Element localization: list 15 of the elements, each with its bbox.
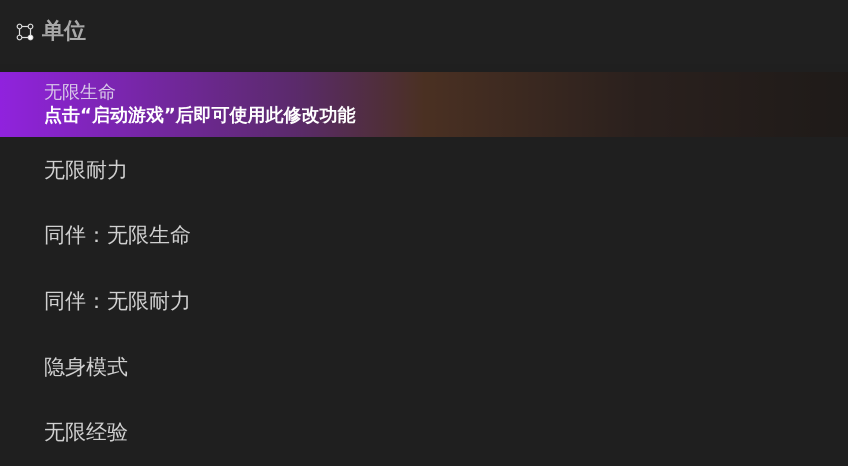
cheat-label: 无限耐力: [44, 156, 129, 184]
cheat-label: 无限经验: [44, 419, 129, 446]
section-title: 单位: [42, 18, 86, 46]
cheat-label: 隐身模式: [44, 354, 129, 381]
cheat-item[interactable]: 无限耐力: [0, 137, 848, 204]
cheat-item[interactable]: 无限生命 点击“启动游戏”后即可使用此修改功能: [0, 72, 848, 138]
cheat-label: 无限生命: [44, 82, 117, 105]
nodes-icon: [16, 22, 34, 41]
cheat-item[interactable]: 同伴：无限生命: [0, 203, 848, 269]
cheat-label: 同伴：无限耐力: [44, 288, 192, 315]
cheat-item[interactable]: 同伴：无限耐力: [0, 268, 848, 335]
cheat-item[interactable]: 隐身模式: [0, 334, 848, 400]
cheat-label: 同伴：无限生命: [44, 222, 192, 250]
cheat-hint: 点击“启动游戏”后即可使用此修改功能: [44, 104, 357, 128]
cheat-item[interactable]: 无限经验: [0, 400, 848, 466]
